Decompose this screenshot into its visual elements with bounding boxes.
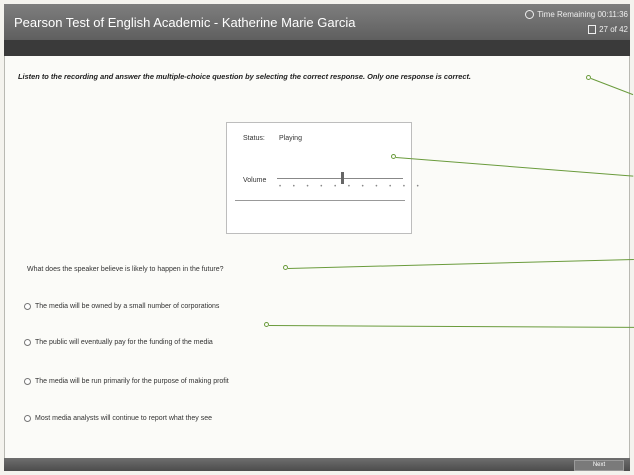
window-title: Pearson Test of English Academic - Kathe… [14,15,356,30]
radio-button[interactable] [24,339,31,346]
status-value: Playing [279,135,302,142]
answer-option-2[interactable]: The public will eventually pay for the f… [24,339,213,346]
volume-label: Volume [243,177,267,184]
radio-button[interactable] [24,303,31,310]
clock-icon [525,10,535,19]
timer: Time Remaining 00:11:36 [525,10,628,19]
toolbar-strip [4,40,630,56]
footer-bar: Next [4,458,630,471]
answer-option-1[interactable]: The media will be owned by a small numbe… [24,303,219,310]
volume-slider-thumb[interactable] [341,172,344,184]
radio-button[interactable] [24,415,31,422]
option-label: The media will be owned by a small numbe… [35,303,220,310]
status-label: Status: [243,135,265,142]
instruction-text: Listen to the recording and answer the m… [18,72,471,81]
question-count-icon [588,25,597,34]
answer-option-4[interactable]: Most media analysts will continue to rep… [24,415,212,422]
answer-option-3[interactable]: The media will be run primarily for the … [24,378,229,385]
question-counter: 27 of 42 [588,25,628,34]
next-button[interactable]: Next [574,460,624,471]
option-label: The public will eventually pay for the f… [35,339,213,346]
option-label: Most media analysts will continue to rep… [35,415,213,422]
volume-slider-track[interactable] [277,178,403,179]
volume-slider-ticks: • • • • • • • • • • • [279,184,424,190]
question-text: What does the speaker believe is likely … [27,266,224,273]
title-bar: Pearson Test of English Academic - Kathe… [4,4,630,40]
timer-label: Time Remaining 00:11:36 [537,10,628,19]
playback-progress-bar [235,200,405,201]
question-count: 27 of 42 [599,25,628,34]
option-label: The media will be run primarily for the … [35,378,229,385]
audio-player: Status: Playing Volume • • • • • • • • •… [226,122,424,234]
radio-button[interactable] [24,378,31,385]
